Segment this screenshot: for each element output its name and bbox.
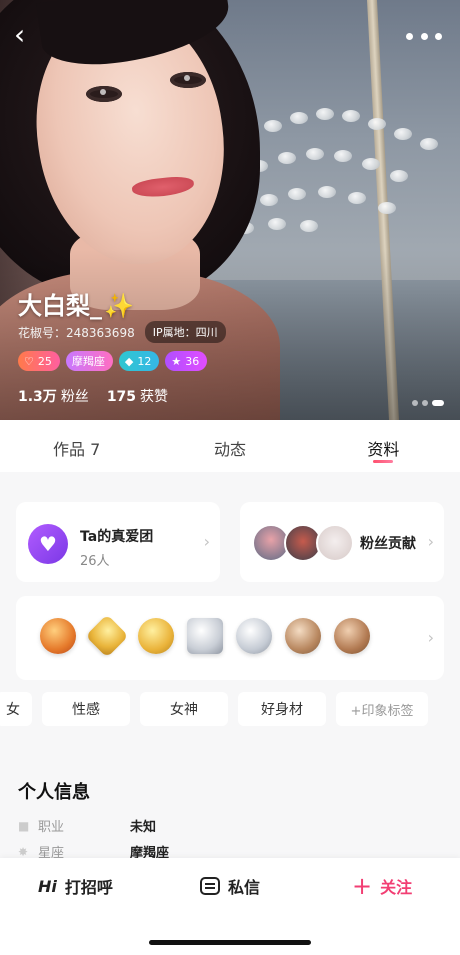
fans-label: 粉丝 [60, 389, 89, 405]
zodiac-badge[interactable]: 摩羯座 [65, 351, 113, 371]
back-button[interactable]: ‹ [14, 21, 44, 52]
zodiac-value: 摩羯座 [71, 355, 105, 368]
avatar [316, 524, 354, 562]
ip-location-badge: IP属地：四川 [144, 321, 226, 343]
message-button[interactable]: 私信 [200, 874, 260, 898]
tab-works[interactable]: 作品 7 [0, 420, 153, 472]
more-dots-icon [406, 32, 413, 40]
star-value: 36 [185, 354, 200, 368]
impression-tags: 女 性感 女神 好身材 +印象标签 [0, 692, 460, 726]
sparkle-icon: ✨ [104, 292, 134, 320]
briefcase-icon: ■ [18, 818, 30, 833]
likes-count: 175 [106, 389, 137, 405]
info-value: 未知 [130, 820, 157, 835]
message-label: 私信 [228, 878, 261, 897]
tag-item[interactable]: 性感 [42, 692, 130, 726]
greet-button[interactable]: Hi 打招呼 [38, 874, 113, 898]
fans-count: 1.3万 [18, 389, 57, 405]
medal-icon [187, 618, 223, 654]
home-indicator[interactable] [149, 940, 311, 945]
add-impression-tag-button[interactable]: +印象标签 [336, 692, 428, 726]
medal-icon [285, 618, 321, 654]
follow-label: 关注 [380, 878, 413, 897]
portrait-eye-right [170, 72, 206, 88]
more-button[interactable] [406, 24, 442, 48]
hi-icon: Hi [38, 876, 57, 896]
constellation-icon: ✸ [18, 844, 29, 859]
plus-icon: + [352, 872, 373, 900]
fan-group-heart-icon: ♥ [28, 524, 68, 564]
greet-label: 打招呼 [64, 878, 113, 897]
uid-row: 花椒号：248363698 IP属地：四川 [18, 321, 226, 343]
fan-contribution-title: 粉丝贡献 [360, 536, 416, 552]
badge-row: ♡ 25 摩羯座 ◆ 12 ★ 36 [18, 351, 208, 371]
chat-bubble-icon [200, 877, 220, 895]
diamond-icon: ◆ [124, 354, 134, 368]
profile-tabs: 作品 7 动态 资料 [0, 420, 460, 472]
chevron-right-icon: › [203, 532, 210, 551]
fan-group-title: Ta的真爱团 [80, 529, 154, 545]
pager-dot [412, 400, 418, 406]
medal-icon [334, 618, 370, 654]
diamond-badge[interactable]: ◆ 12 [118, 351, 160, 371]
tab-moments[interactable]: 动态 [153, 420, 306, 472]
profile-cover[interactable]: ‹ 大白梨_✨ 花椒号：248363698 IP属地：四川 ♡ 25 摩羯座 ◆… [0, 0, 460, 420]
level-value: 25 [37, 354, 52, 368]
nickname-text: 大白梨_ [18, 292, 102, 320]
fans-stat[interactable]: 1.3万 粉丝 [18, 386, 89, 406]
likes-stat[interactable]: 175 获赞 [107, 386, 168, 406]
pager-dot-active [432, 400, 444, 406]
medal-icon [236, 618, 272, 654]
info-key: 职业 [38, 820, 65, 835]
chevron-right-icon: › [427, 532, 434, 551]
tag-item[interactable]: 女 [0, 692, 32, 726]
tag-item[interactable]: 好身材 [238, 692, 326, 726]
portrait-eye-left [86, 86, 122, 102]
medal-icon [138, 618, 174, 654]
info-row-occupation: ■ 职业 未知 [18, 816, 157, 836]
pager-dot [422, 400, 428, 406]
tag-item[interactable]: 女神 [140, 692, 228, 726]
back-arrow-icon: ‹ [14, 18, 26, 51]
star-badge[interactable]: ★ 36 [165, 351, 208, 371]
nickname: 大白梨_✨ [18, 286, 134, 321]
fan-group-card[interactable]: ♥ Ta的真爱团 26人 › [16, 502, 220, 582]
personal-info-title: 个人信息 [18, 782, 90, 803]
profile-info-panel: ♥ Ta的真爱团 26人 › 粉丝贡献 › › 女 性感 女神 好身材 +印象标… [0, 472, 460, 861]
more-dot [420, 32, 428, 40]
follow-button[interactable]: + 关注 [352, 874, 412, 898]
stats-row: 1.3万 粉丝 175 获赞 [18, 386, 168, 406]
tab-profile-info[interactable]: 资料 [307, 420, 460, 472]
uid-text[interactable]: 花椒号：248363698 [18, 324, 135, 341]
more-dot [435, 32, 442, 40]
medal-icon [85, 614, 129, 658]
diamond-value: 12 [137, 354, 152, 368]
medal-icon [40, 618, 76, 654]
fan-contribution-card[interactable]: 粉丝贡献 › [240, 502, 444, 582]
medal-wall-card[interactable]: › [16, 596, 444, 680]
heart-level-icon: ♡ [24, 354, 34, 368]
cover-shell-chime [230, 90, 460, 260]
cover-pager [412, 400, 444, 406]
chevron-right-icon: › [427, 628, 434, 647]
medal-list [40, 614, 370, 658]
fan-group-count: 26人 [80, 554, 110, 569]
star-icon: ★ [171, 354, 182, 368]
level-badge[interactable]: ♡ 25 [18, 351, 60, 371]
bottom-action-bar: Hi 打招呼 私信 + 关注 [0, 858, 460, 955]
likes-label: 获赞 [140, 389, 169, 405]
